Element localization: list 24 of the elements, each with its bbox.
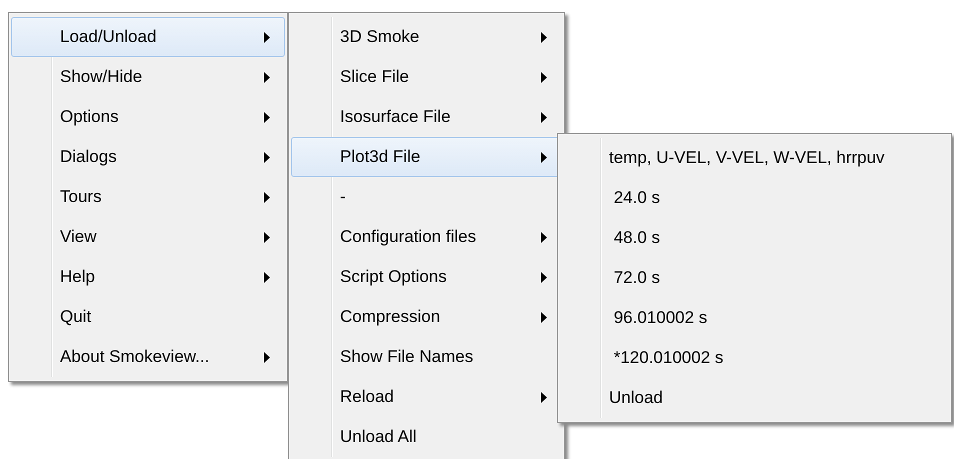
- menu-item[interactable]: Quit: [11, 297, 285, 337]
- menu-item[interactable]: Isosurface File: [291, 97, 562, 137]
- menu-item[interactable]: Options: [11, 97, 285, 137]
- menu-item[interactable]: *120.010002 s: [560, 338, 949, 378]
- menu-item[interactable]: Show/Hide: [11, 57, 285, 97]
- menu-item[interactable]: 24.0 s: [560, 178, 949, 218]
- menu-item[interactable]: Configuration files: [291, 217, 562, 257]
- menu-item[interactable]: Unload: [560, 378, 949, 418]
- menu-item[interactable]: Slice File: [291, 57, 562, 97]
- menu-item[interactable]: Tours: [11, 177, 285, 217]
- menu-item[interactable]: Reload: [291, 377, 562, 417]
- menu-item[interactable]: 3D Smoke: [291, 17, 562, 57]
- menu-item[interactable]: View: [11, 217, 285, 257]
- menu-item[interactable]: About Smokeview...: [11, 337, 285, 377]
- menu-item[interactable]: Compression: [291, 297, 562, 337]
- menu-item[interactable]: Help: [11, 257, 285, 297]
- menu-item[interactable]: Dialogs: [11, 137, 285, 177]
- menu-item[interactable]: temp, U-VEL, V-VEL, W-VEL, hrrpuv: [560, 138, 949, 178]
- menu-item[interactable]: 96.010002 s: [560, 298, 949, 338]
- menu-item[interactable]: 48.0 s: [560, 218, 949, 258]
- menu-item[interactable]: Load/Unload: [11, 17, 285, 57]
- menu-item[interactable]: Unload All: [291, 417, 562, 457]
- menu-item[interactable]: 72.0 s: [560, 258, 949, 298]
- menu-item[interactable]: Script Options: [291, 257, 562, 297]
